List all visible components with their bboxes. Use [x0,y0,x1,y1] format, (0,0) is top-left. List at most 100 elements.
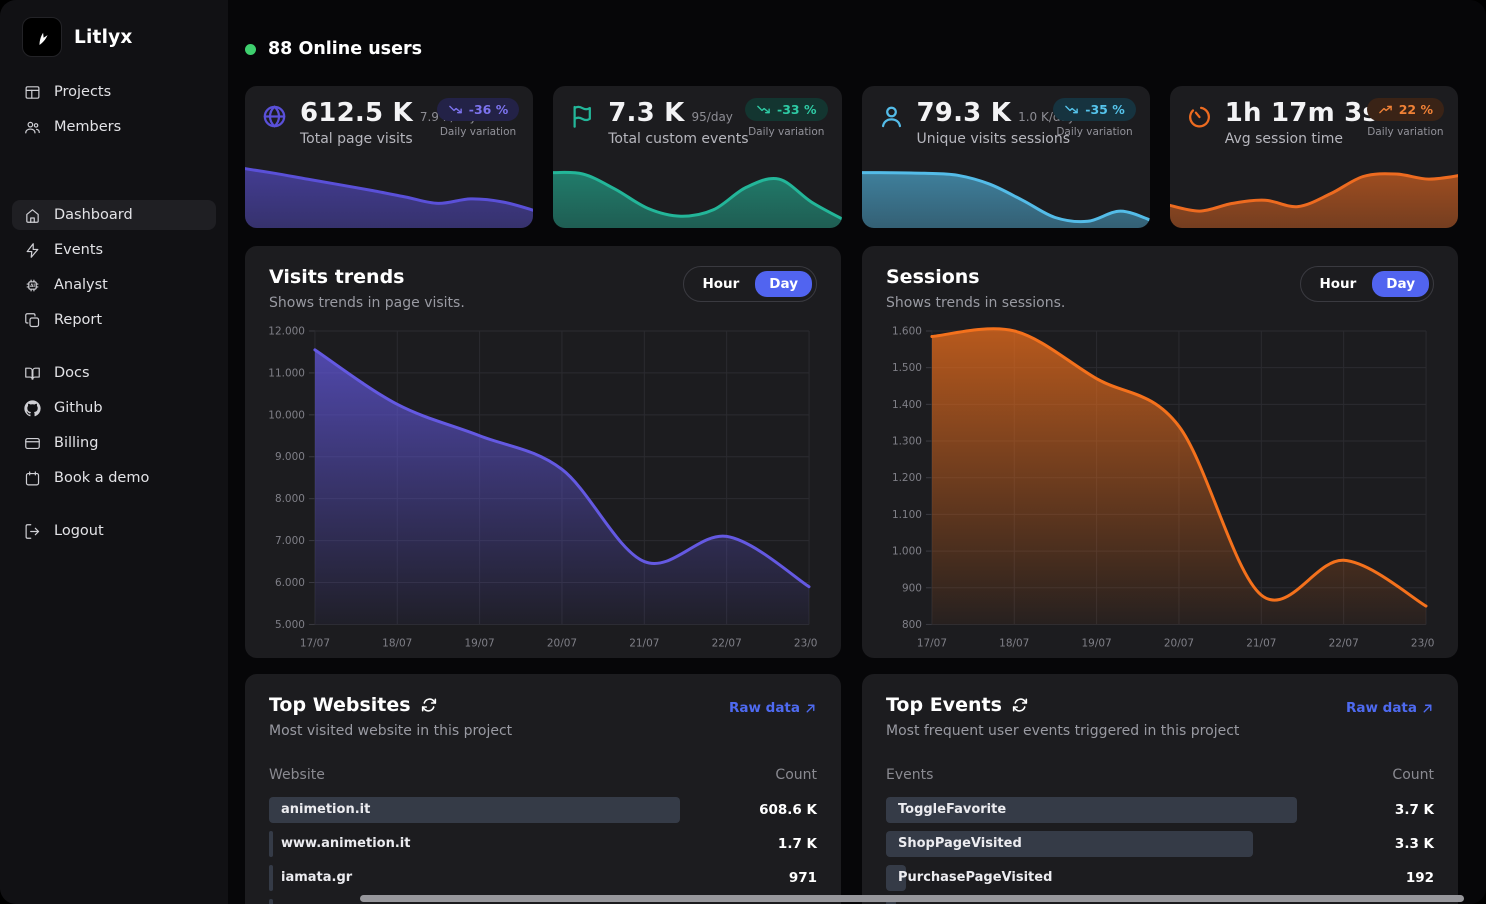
nav-item-label: Events [54,242,103,258]
stat-label: Total custom events [608,131,748,147]
variation-badge: 22 % [1367,98,1444,121]
sidebar-item-docs[interactable]: Docs [12,358,216,388]
table-body: animetion.it 608.6 K www.animetion.it 1.… [269,797,817,904]
column-header-count: Count [775,767,817,783]
stat-value: 79.3 K [917,100,1012,127]
timer-icon [1186,103,1213,130]
svg-text:1.100: 1.100 [892,509,922,521]
row-count: 971 [789,865,817,891]
nav-item-label: Report [54,312,102,328]
svg-text:11.000: 11.000 [269,367,305,379]
svg-text:19/07: 19/07 [465,637,495,649]
sidebar-item-dashboard[interactable]: Dashboard [12,200,216,230]
calendar-icon [24,470,41,487]
table-panel-top-events: Top Events Most frequent user events tri… [862,674,1458,904]
column-header-name: Events [886,767,933,783]
users-icon [24,119,41,136]
toggle-hour-button[interactable]: Hour [1305,271,1370,297]
logout-icon [24,523,41,540]
svg-text:18/07: 18/07 [999,637,1029,649]
refresh-icon[interactable] [421,697,437,713]
table-row[interactable]: www.animetion.it 1.7 K [269,831,817,857]
stat-sparkline [1170,165,1458,228]
svg-text:22/07: 22/07 [712,637,742,649]
row-name: PurchasePageVisited [886,865,1434,891]
variation-badge: -33 % [745,98,827,121]
svg-text:17/07: 17/07 [917,637,947,649]
online-users-label: 88 Online users [268,39,422,59]
table-row[interactable]: PurchasePageVisited 192 [886,865,1434,891]
litlyx-logo-icon [22,17,62,57]
trend-down-icon [448,102,463,117]
svg-text:AI: AI [30,283,35,289]
svg-text:1.200: 1.200 [892,472,922,484]
stat-label: Avg session time [1225,131,1378,147]
column-header-count: Count [1392,767,1434,783]
chart-title: Sessions [886,266,1065,288]
nav-item-label: Members [54,119,121,135]
svg-text:9.000: 9.000 [275,451,305,463]
sidebar-item-analyst[interactable]: AIAnalyst [12,270,216,300]
sidebar: Litlyx Projects Members Dashboard Events AIA… [0,0,228,904]
nav-item-label: Book a demo [54,470,149,486]
nav-spacer [0,340,228,353]
table-row[interactable]: animetion.it 608.6 K [269,797,817,823]
sidebar-item-report[interactable]: Report [12,305,216,335]
svg-text:1.000: 1.000 [892,546,922,558]
svg-text:20/07: 20/07 [1164,637,1194,649]
table-row[interactable]: ToggleFavorite 3.7 K [886,797,1434,823]
row-name: animetion.it [269,797,817,823]
nav-item-label: Billing [54,435,98,451]
table-row[interactable]: iamata.gr 971 [269,865,817,891]
variation-label: Daily variation [1367,126,1443,138]
svg-text:6.000: 6.000 [275,577,305,589]
sidebar-item-github[interactable]: Github [12,393,216,423]
trend-down-icon [756,102,771,117]
raw-data-label: Raw data [729,700,800,716]
horizontal-scrollbar[interactable] [360,895,1464,902]
sidebar-item-members[interactable]: Members [12,112,216,142]
svg-text:21/07: 21/07 [1246,637,1276,649]
svg-text:22/07: 22/07 [1329,637,1359,649]
chart-title: Visits trends [269,266,465,288]
arrow-up-right-icon [804,702,817,715]
stat-card-total-page-visits: 612.5 K 7.9 K/day Total page visits -36 … [245,86,533,228]
svg-text:19/07: 19/07 [1082,637,1112,649]
variation-badge: -36 % [437,98,519,121]
row-count: 608.6 K [759,797,817,823]
toggle-day-button[interactable]: Day [755,271,812,297]
svg-text:8.000: 8.000 [275,493,305,505]
table-row[interactable]: ShopPageVisited 3.3 K [886,831,1434,857]
sidebar-item-logout[interactable]: Logout [12,516,216,546]
nav-item-label: Docs [54,365,90,381]
table-panels-row: Top Websites Most visited website in thi… [245,674,1458,904]
sidebar-nav: Projects Members Dashboard Events AIAnalyst R… [0,77,228,546]
window-icon [24,84,41,101]
svg-text:23/07: 23/07 [1411,637,1434,649]
refresh-icon[interactable] [1012,697,1028,713]
row-count: 192 [1406,865,1434,891]
variation-badge: -35 % [1053,98,1135,121]
chart-panel-sessions: Sessions Shows trends in sessions. HourD… [862,246,1458,658]
toggle-hour-button[interactable]: Hour [688,271,753,297]
table-body: ToggleFavorite 3.7 K ShopPageVisited 3.3… [886,797,1434,904]
svg-text:1.500: 1.500 [892,362,922,374]
table-subtitle: Most visited website in this project [269,723,512,739]
svg-text:1.400: 1.400 [892,399,922,411]
column-header-name: Website [269,767,325,783]
zap-icon [24,242,41,259]
svg-text:21/07: 21/07 [629,637,659,649]
sidebar-item-billing[interactable]: Billing [12,428,216,458]
trend-chart: 12.00011.00010.0009.0008.0007.0006.0005.… [269,323,817,656]
daily-variation-box: 22 % Daily variation [1367,98,1444,138]
sidebar-item-projects[interactable]: Projects [12,77,216,107]
svg-text:800: 800 [902,619,922,631]
brand-name: Litlyx [74,27,133,48]
svg-text:5.000: 5.000 [275,619,305,631]
toggle-day-button[interactable]: Day [1372,271,1429,297]
raw-data-link[interactable]: Raw data [1346,700,1434,716]
raw-data-link[interactable]: Raw data [729,700,817,716]
variation-value: -36 % [469,102,508,117]
sidebar-item-book-a-demo[interactable]: Book a demo [12,463,216,493]
sidebar-item-events[interactable]: Events [12,235,216,265]
